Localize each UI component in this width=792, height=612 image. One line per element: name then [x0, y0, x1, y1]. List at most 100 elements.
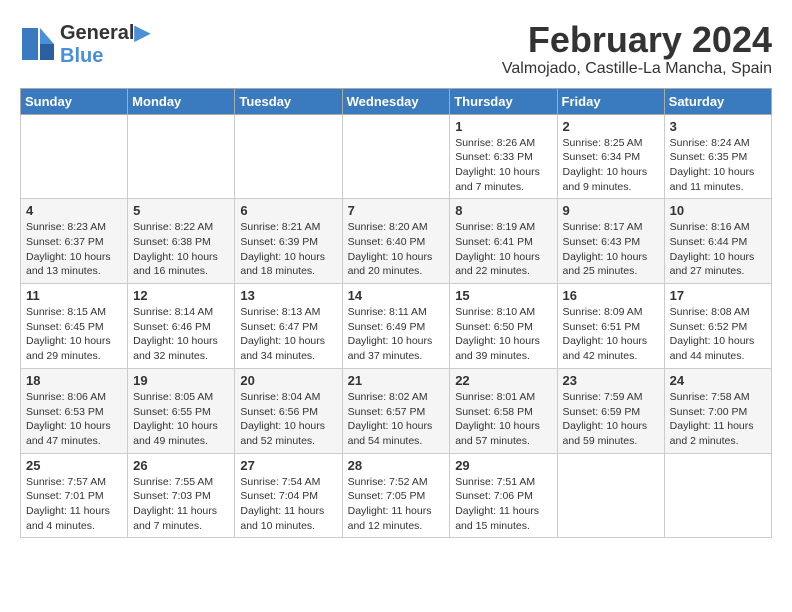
day-info: Sunrise: 8:19 AMSunset: 6:41 PMDaylight:… — [455, 220, 551, 279]
day-info: Sunrise: 7:55 AMSunset: 7:03 PMDaylight:… — [133, 475, 229, 534]
calendar-cell: 1 Sunrise: 8:26 AMSunset: 6:33 PMDaylight… — [450, 114, 557, 199]
day-number: 25 — [26, 458, 122, 473]
day-number: 13 — [240, 288, 336, 303]
day-number: 10 — [670, 203, 766, 218]
day-number: 21 — [348, 373, 445, 388]
calendar-week-row: 1 Sunrise: 8:26 AMSunset: 6:33 PMDaylight… — [21, 114, 772, 199]
calendar-cell: 16 Sunrise: 8:09 AMSunset: 6:51 PMDayligh… — [557, 284, 664, 369]
calendar-cell: 23Sunrise: 7:59 AMSunset: 6:59 PMDayligh… — [557, 368, 664, 453]
calendar-cell — [128, 114, 235, 199]
day-info: Sunrise: 8:13 AMSunset: 6:47 PMDaylight:… — [240, 305, 336, 364]
calendar-week-row: 4Sunrise: 8:23 AMSunset: 6:37 PMDaylight… — [21, 199, 772, 284]
day-info: Sunrise: 8:09 AMSunset: 6:51 PMDaylight:… — [563, 305, 659, 364]
day-number: 2 — [563, 119, 659, 134]
day-number: 4 — [26, 203, 122, 218]
header-sunday: Sunday — [21, 88, 128, 114]
day-number: 29 — [455, 458, 551, 473]
calendar-cell: 21 Sunrise: 8:02 AMSunset: 6:57 PMDayligh… — [342, 368, 450, 453]
day-number: 18 — [26, 373, 122, 388]
calendar-cell: 22 Sunrise: 8:01 AMSunset: 6:58 PMDayligh… — [450, 368, 557, 453]
day-number: 3 — [670, 119, 766, 134]
day-number: 1 — [455, 119, 551, 134]
calendar-cell — [21, 114, 128, 199]
calendar-cell: 24 Sunrise: 7:58 AMSunset: 7:00 PMDayligh… — [664, 368, 771, 453]
day-info: Sunrise: 8:21 AMSunset: 6:39 PMDaylight:… — [240, 220, 336, 279]
day-info: Sunrise: 8:02 AMSunset: 6:57 PMDaylight:… — [348, 390, 445, 449]
month-title: February 2024 — [502, 20, 772, 60]
calendar-cell: 5 Sunrise: 8:22 AMSunset: 6:38 PMDaylight… — [128, 199, 235, 284]
calendar-week-row: 11 Sunrise: 8:15 AMSunset: 6:45 PMDayligh… — [21, 284, 772, 369]
day-info: Sunrise: 8:05 AMSunset: 6:55 PMDaylight:… — [133, 390, 229, 449]
calendar-cell — [235, 114, 342, 199]
calendar-cell: 6 Sunrise: 8:21 AMSunset: 6:39 PMDaylight… — [235, 199, 342, 284]
day-number: 28 — [348, 458, 445, 473]
day-info: Sunrise: 7:52 AMSunset: 7:05 PMDaylight:… — [348, 475, 445, 534]
calendar-cell: 3 Sunrise: 8:24 AMSunset: 6:35 PMDaylight… — [664, 114, 771, 199]
day-info: Sunrise: 8:25 AMSunset: 6:34 PMDaylight:… — [563, 136, 659, 195]
calendar-cell: 4Sunrise: 8:23 AMSunset: 6:37 PMDaylight… — [21, 199, 128, 284]
day-number: 6 — [240, 203, 336, 218]
day-info: Sunrise: 8:11 AMSunset: 6:49 PMDaylight:… — [348, 305, 445, 364]
day-number: 5 — [133, 203, 229, 218]
day-number: 22 — [455, 373, 551, 388]
day-info: Sunrise: 8:20 AMSunset: 6:40 PMDaylight:… — [348, 220, 445, 279]
calendar-cell: 2 Sunrise: 8:25 AMSunset: 6:34 PMDaylight… — [557, 114, 664, 199]
logo-text: General▶ Blue — [60, 20, 150, 68]
day-number: 15 — [455, 288, 551, 303]
calendar-cell: 28 Sunrise: 7:52 AMSunset: 7:05 PMDayligh… — [342, 453, 450, 538]
day-number: 9 — [563, 203, 659, 218]
day-info: Sunrise: 8:22 AMSunset: 6:38 PMDaylight:… — [133, 220, 229, 279]
calendar-cell — [342, 114, 450, 199]
calendar-cell: 26 Sunrise: 7:55 AMSunset: 7:03 PMDayligh… — [128, 453, 235, 538]
day-info: Sunrise: 8:17 AMSunset: 6:43 PMDaylight:… — [563, 220, 659, 279]
day-number: 27 — [240, 458, 336, 473]
calendar-cell — [664, 453, 771, 538]
header-friday: Friday — [557, 88, 664, 114]
day-info: Sunrise: 8:16 AMSunset: 6:44 PMDaylight:… — [670, 220, 766, 279]
calendar-cell: 9 Sunrise: 8:17 AMSunset: 6:43 PMDaylight… — [557, 199, 664, 284]
calendar-cell: 15 Sunrise: 8:10 AMSunset: 6:50 PMDayligh… — [450, 284, 557, 369]
day-number: 7 — [348, 203, 445, 218]
day-number: 12 — [133, 288, 229, 303]
day-info: Sunrise: 8:04 AMSunset: 6:56 PMDaylight:… — [240, 390, 336, 449]
calendar-cell: 11 Sunrise: 8:15 AMSunset: 6:45 PMDayligh… — [21, 284, 128, 369]
calendar-cell: 27Sunrise: 7:54 AMSunset: 7:04 PMDayligh… — [235, 453, 342, 538]
calendar-cell: 13 Sunrise: 8:13 AMSunset: 6:47 PMDayligh… — [235, 284, 342, 369]
calendar-week-row: 25 Sunrise: 7:57 AMSunset: 7:01 PMDayligh… — [21, 453, 772, 538]
day-info: Sunrise: 7:58 AMSunset: 7:00 PMDaylight:… — [670, 390, 766, 449]
day-info: Sunrise: 8:14 AMSunset: 6:46 PMDaylight:… — [133, 305, 229, 364]
header-monday: Monday — [128, 88, 235, 114]
day-info: Sunrise: 7:57 AMSunset: 7:01 PMDaylight:… — [26, 475, 122, 534]
calendar-header-row: Sunday Monday Tuesday Wednesday Thursday… — [21, 88, 772, 114]
day-number: 24 — [670, 373, 766, 388]
logo-icon — [20, 26, 56, 62]
day-info: Sunrise: 8:15 AMSunset: 6:45 PMDaylight:… — [26, 305, 122, 364]
header-saturday: Saturday — [664, 88, 771, 114]
day-info: Sunrise: 8:26 AMSunset: 6:33 PMDaylight:… — [455, 136, 551, 195]
header-thursday: Thursday — [450, 88, 557, 114]
calendar-table: Sunday Monday Tuesday Wednesday Thursday… — [20, 88, 772, 539]
day-number: 20 — [240, 373, 336, 388]
header-tuesday: Tuesday — [235, 88, 342, 114]
day-info: Sunrise: 8:06 AMSunset: 6:53 PMDaylight:… — [26, 390, 122, 449]
day-number: 19 — [133, 373, 229, 388]
calendar-cell: 8Sunrise: 8:19 AMSunset: 6:41 PMDaylight… — [450, 199, 557, 284]
calendar-cell: 10 Sunrise: 8:16 AMSunset: 6:44 PMDayligh… — [664, 199, 771, 284]
day-info: Sunrise: 7:51 AMSunset: 7:06 PMDaylight:… — [455, 475, 551, 534]
day-info: Sunrise: 8:24 AMSunset: 6:35 PMDaylight:… — [670, 136, 766, 195]
calendar-cell: 18 Sunrise: 8:06 AMSunset: 6:53 PMDayligh… — [21, 368, 128, 453]
calendar-cell: 12 Sunrise: 8:14 AMSunset: 6:46 PMDayligh… — [128, 284, 235, 369]
calendar-cell: 17Sunrise: 8:08 AMSunset: 6:52 PMDayligh… — [664, 284, 771, 369]
title-block: February 2024 Valmojado, Castille-La Man… — [502, 20, 772, 78]
day-info: Sunrise: 8:10 AMSunset: 6:50 PMDaylight:… — [455, 305, 551, 364]
calendar-week-row: 18 Sunrise: 8:06 AMSunset: 6:53 PMDayligh… — [21, 368, 772, 453]
day-number: 11 — [26, 288, 122, 303]
header-wednesday: Wednesday — [342, 88, 450, 114]
day-number: 26 — [133, 458, 229, 473]
day-number: 14 — [348, 288, 445, 303]
day-info: Sunrise: 8:01 AMSunset: 6:58 PMDaylight:… — [455, 390, 551, 449]
calendar-cell: 7 Sunrise: 8:20 AMSunset: 6:40 PMDaylight… — [342, 199, 450, 284]
day-number: 16 — [563, 288, 659, 303]
calendar-cell: 29 Sunrise: 7:51 AMSunset: 7:06 PMDayligh… — [450, 453, 557, 538]
logo: General▶ Blue — [20, 20, 150, 68]
